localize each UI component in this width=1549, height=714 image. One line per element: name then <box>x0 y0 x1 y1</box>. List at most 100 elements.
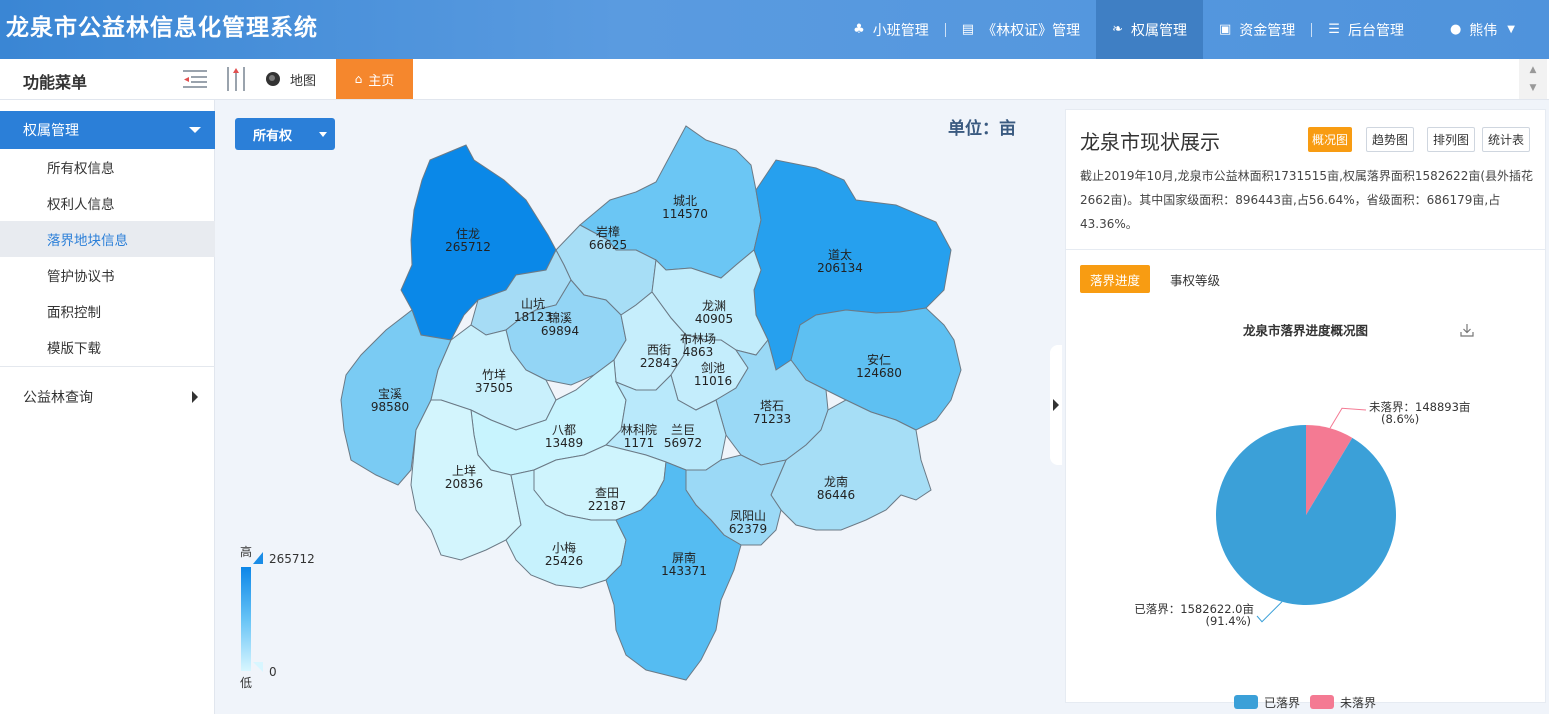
tree-icon: ♣ <box>853 22 865 37</box>
sidebar-item-label: 模版下载 <box>47 341 101 357</box>
nav-xiaoban[interactable]: ♣ 小班管理 <box>837 0 945 59</box>
region-name-label: 兰巨 <box>671 423 695 437</box>
region-value-label: 69894 <box>541 324 579 338</box>
vertical-toggle-icon[interactable] <box>225 67 247 91</box>
home-icon: ⌂ <box>354 72 363 86</box>
sidebar-item-ownership[interactable]: 所有权信息 <box>0 149 215 185</box>
region-value-label: 11016 <box>694 374 732 388</box>
region-name-label: 查田 <box>595 486 619 500</box>
legend-max-handle[interactable] <box>253 552 263 564</box>
sidebar-item-agreement[interactable]: 管护协议书 <box>0 257 215 293</box>
leaf-icon: ❧ <box>1112 22 1123 37</box>
menu-title: 功能菜单 <box>23 73 88 92</box>
legend-min-handle[interactable] <box>253 662 263 672</box>
sidebar-group-query[interactable]: 公益林查询 <box>0 379 215 415</box>
region-name-label: 竹垟 <box>482 368 506 382</box>
unit-label: 单位：亩 <box>948 119 1016 139</box>
nav-label: 权属管理 <box>1131 22 1187 39</box>
sidebar-item-label: 权利人信息 <box>47 197 115 213</box>
region-value-label: 22187 <box>588 499 626 513</box>
sidebar-group-label: 公益林查询 <box>23 390 93 406</box>
region-value-label: 56972 <box>664 436 702 450</box>
legend-low-label: 低 <box>240 676 253 690</box>
choropleth-map[interactable]: 住龙265712城北114570岩樟66625道太206134山坑18123锦溪… <box>216 100 1061 714</box>
chevron-down-icon[interactable]: ▼ <box>1519 79 1547 97</box>
pie-percent-label: (91.4%) <box>1205 614 1251 628</box>
collapse-menu-icon[interactable] <box>183 68 207 90</box>
panel-collapse-tab[interactable] <box>1050 345 1062 465</box>
legend-label: 已落界 <box>1264 695 1301 710</box>
caret-right-icon <box>192 391 198 403</box>
tab-scroll-arrows[interactable]: ▲ ▼ <box>1519 59 1547 99</box>
ownership-select[interactable]: 所有权 <box>235 118 335 150</box>
region-value-label: 124680 <box>856 366 902 380</box>
nav-houtai[interactable]: ☰ 后台管理 <box>1312 0 1420 59</box>
nav-label: 资金管理 <box>1239 22 1296 39</box>
pie-slice-done[interactable] <box>1216 425 1396 605</box>
nav-linquanzheng[interactable]: ▤ 《林权证》管理 <box>946 0 1096 59</box>
region-name-label: 屏南 <box>672 550 696 565</box>
sidebar-item-label: 落界地块信息 <box>47 233 128 249</box>
region-name-label: 布林场 <box>680 332 716 346</box>
caret-down-icon <box>189 127 201 133</box>
caret-down-icon <box>319 132 327 137</box>
region-name-label: 凤阳山 <box>730 509 766 523</box>
nav-label: 小班管理 <box>872 22 929 39</box>
sidebar-divider <box>0 366 215 367</box>
caret-right-icon <box>1053 399 1059 411</box>
boundary-pie-chart[interactable]: 未落界：148893亩(8.6%)已落界：1582622.0亩(91.4%) <box>1066 110 1545 704</box>
sidebar-item-plot[interactable]: 落界地块信息 <box>0 221 215 257</box>
chevron-down-icon: ▼ <box>1507 24 1515 35</box>
legend-label: 未落界 <box>1340 695 1377 710</box>
user-menu[interactable]: ● 熊伟 ▼ <box>1420 0 1549 59</box>
region-name-label: 山坑 <box>521 296 545 311</box>
region-value-label: 1171 <box>624 436 655 450</box>
region-name-label: 住龙 <box>456 227 480 241</box>
region-value-label: 62379 <box>729 522 767 536</box>
sidebar-item-rightholder[interactable]: 权利人信息 <box>0 185 215 221</box>
sidebar-item-template-download[interactable]: 模版下载 <box>0 329 215 365</box>
map-area: 住龙 265712 城北 114570 岩樟 66625 道太 206134 山坑 18123 锦溪… <box>216 100 1062 714</box>
legend-item-pending[interactable]: 未落界 <box>1310 694 1376 710</box>
region-value-label: 86446 <box>817 488 855 502</box>
legend-gradient-bar[interactable] <box>241 567 251 671</box>
region-name-label: 城北 <box>673 194 697 208</box>
nav-quanshu[interactable]: ❧ 权属管理 <box>1096 0 1203 59</box>
app-title: 龙泉市公益林信息化管理系统 <box>6 15 318 41</box>
sidebar: 权属管理 所有权信息 权利人信息 落界地块信息 管护协议书 面积控制 模版下载 … <box>0 100 215 714</box>
region-value-label: 22843 <box>640 356 678 370</box>
sidebar-item-label: 管护协议书 <box>47 269 115 285</box>
region-name-label: 小梅 <box>552 540 576 555</box>
region-value-label: 71233 <box>753 412 791 426</box>
list-icon: ☰ <box>1328 22 1340 37</box>
user-name: 熊伟 <box>1469 22 1498 39</box>
pie-leader-line <box>1256 601 1283 623</box>
legend-swatch <box>1310 695 1334 709</box>
region-name-label: 八都 <box>552 423 576 437</box>
region-value-label: 143371 <box>661 564 707 578</box>
tab-map[interactable]: 地图 <box>266 59 316 99</box>
region-value-label: 265712 <box>445 240 491 254</box>
ownership-select-label: 所有权 <box>253 128 293 144</box>
sidebar-item-area-control[interactable]: 面积控制 <box>0 293 215 329</box>
tab-map-label: 地图 <box>290 73 317 89</box>
pie-leader-line <box>1329 407 1367 429</box>
region-name-label: 宝溪 <box>378 387 402 401</box>
legend-max-value: 265712 <box>269 552 315 566</box>
tab-home[interactable]: ⌂ 主页 <box>336 59 413 99</box>
globe-icon <box>266 72 280 86</box>
legend-high-label: 高 <box>240 545 253 559</box>
chevron-up-icon[interactable]: ▲ <box>1519 61 1547 79</box>
region-name-label: 林科院 <box>621 423 657 437</box>
pie-percent-label: (8.6%) <box>1381 412 1419 426</box>
sidebar-group-quanshu[interactable]: 权属管理 <box>0 111 215 149</box>
region-name-label: 龙渊 <box>702 299 726 313</box>
region-name-label: 龙南 <box>824 474 848 489</box>
user-icon: ● <box>1449 22 1462 37</box>
nav-zijin[interactable]: ▣ 资金管理 <box>1203 0 1311 59</box>
sidebar-item-label: 所有权信息 <box>47 161 115 177</box>
legend-item-done[interactable]: 已落界 <box>1234 694 1300 710</box>
top-nav: ♣ 小班管理 ▤ 《林权证》管理 ❧ 权属管理 ▣ 资金管理 ☰ 后台管理 ● … <box>837 0 1549 59</box>
region-name-label: 剑池 <box>701 360 725 375</box>
legend-min-value: 0 <box>269 665 277 679</box>
